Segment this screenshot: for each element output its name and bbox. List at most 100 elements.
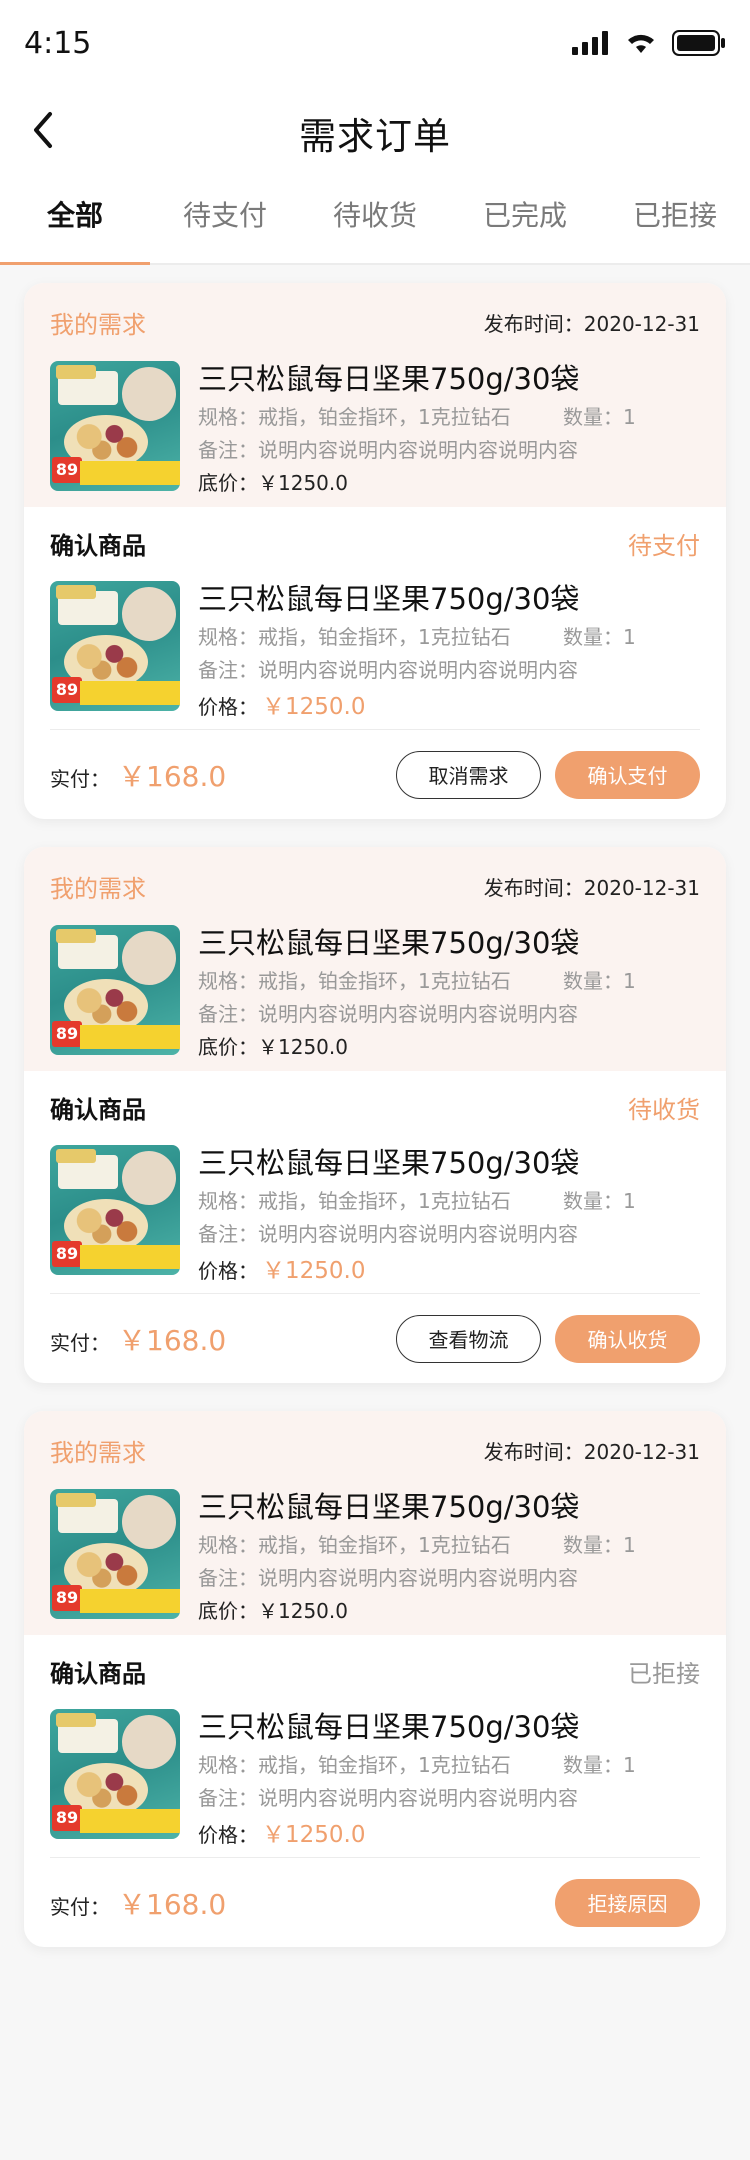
confirm-title: 确认商品 — [50, 1095, 146, 1124]
tab-all[interactable]: 全部 — [0, 170, 150, 265]
status-bar: 4:15 — [0, 0, 750, 90]
paid-label: 实付： — [50, 1894, 110, 1919]
product-name: 三只松鼠每日坚果750g/30袋 — [198, 1710, 580, 1744]
confirm-product[interactable]: 89 三只松鼠每日坚果750g/30袋 规格：戒指，铂金指环，1克拉钻石 数量：1… — [50, 1709, 700, 1848]
confirm-title: 确认商品 — [50, 531, 146, 560]
price-value: ￥1250.0 — [262, 694, 366, 720]
publish-time: 发布时间：2020-12-31 — [483, 875, 700, 900]
product-spec: 规格：戒指，铂金指环，1克拉钻石 — [198, 1189, 511, 1213]
price-value: ￥1250.0 — [262, 1822, 366, 1848]
tab-pending-payment[interactable]: 待支付 — [150, 170, 300, 263]
product-name: 三只松鼠每日坚果750g/30袋 — [198, 582, 580, 616]
base-price: 底价：￥1250.0 — [198, 1035, 348, 1059]
product-spec: 规格：戒指，铂金指环，1克拉钻石 — [198, 625, 511, 649]
product-image: 89 — [50, 581, 180, 711]
product-qty: 数量：1 — [563, 1189, 636, 1213]
page-title: 需求订单 — [299, 115, 451, 158]
product-name: 三只松鼠每日坚果750g/30袋 — [198, 926, 580, 960]
order-footer: 实付： ￥168.0 取消需求 确认支付 — [50, 729, 700, 819]
price-line: 价格： ￥1250.0 — [198, 687, 700, 721]
tab-label: 待支付 — [182, 199, 267, 232]
requirement-product[interactable]: 89 三只松鼠每日坚果750g/30袋 规格：戒指，铂金指环，1克拉钻石 数量：1… — [50, 1489, 700, 1623]
requirement-title: 我的需求 — [50, 310, 146, 339]
product-note: 备注：说明内容说明内容说明内容说明内容 — [198, 438, 578, 462]
order-footer: 实付： ￥168.0 拒接原因 — [50, 1857, 700, 1947]
product-qty: 数量：1 — [563, 1533, 636, 1557]
product-image: 89 — [50, 1709, 180, 1839]
confirm-section: 确认商品 待支付 89 三只松鼠每日坚果750g/30袋 规格：戒指，铂金指环，… — [24, 507, 726, 819]
signal-icon — [572, 31, 608, 55]
product-spec: 规格：戒指，铂金指环，1克拉钻石 — [198, 1533, 511, 1557]
nav-bar: 需求订单 — [0, 90, 750, 170]
requirement-section: 我的需求 发布时间：2020-12-31 89 三只松鼠每日坚果750g/30袋… — [24, 283, 726, 507]
product-image: 89 — [50, 361, 180, 491]
order-card: 我的需求 发布时间：2020-12-31 89 三只松鼠每日坚果750g/30袋… — [24, 283, 726, 819]
confirm-section: 确认商品 待收货 89 三只松鼠每日坚果750g/30袋 规格：戒指，铂金指环，… — [24, 1071, 726, 1383]
confirm-product[interactable]: 89 三只松鼠每日坚果750g/30袋 规格：戒指，铂金指环，1克拉钻石 数量：1… — [50, 1145, 700, 1284]
status-badge: 待收货 — [628, 1095, 700, 1124]
requirement-section: 我的需求 发布时间：2020-12-31 89 三只松鼠每日坚果750g/30袋… — [24, 847, 726, 1071]
status-badge: 已拒接 — [628, 1659, 700, 1688]
rejection-reason-button[interactable]: 拒接原因 — [555, 1878, 700, 1927]
product-note: 备注：说明内容说明内容说明内容说明内容 — [198, 1002, 578, 1026]
requirement-title: 我的需求 — [50, 874, 146, 903]
status-icons — [570, 30, 726, 56]
confirm-payment-button[interactable]: 确认支付 — [555, 750, 700, 799]
price-line: 价格： ￥1250.0 — [198, 1251, 700, 1285]
tab-label: 已完成 — [482, 199, 567, 232]
tab-label: 全部 — [46, 199, 103, 232]
product-note: 备注：说明内容说明内容说明内容说明内容 — [198, 1222, 578, 1246]
order-card: 我的需求 发布时间：2020-12-31 89 三只松鼠每日坚果750g/30袋… — [24, 1411, 726, 1947]
product-note: 备注：说明内容说明内容说明内容说明内容 — [198, 658, 578, 682]
paid-label: 实付： — [50, 766, 110, 791]
tab-rejected[interactable]: 已拒接 — [600, 170, 750, 263]
tab-label: 已拒接 — [632, 199, 717, 232]
price-label: 价格： — [198, 1823, 258, 1847]
requirement-title: 我的需求 — [50, 1438, 146, 1467]
confirm-product[interactable]: 89 三只松鼠每日坚果750g/30袋 规格：戒指，铂金指环，1克拉钻石 数量：1… — [50, 581, 700, 720]
price-label: 价格： — [198, 695, 258, 719]
product-qty: 数量：1 — [563, 625, 636, 649]
confirm-receipt-button[interactable]: 确认收货 — [555, 1314, 700, 1363]
confirm-section: 确认商品 已拒接 89 三只松鼠每日坚果750g/30袋 规格：戒指，铂金指环，… — [24, 1635, 726, 1947]
product-spec: 规格：戒指，铂金指环，1克拉钻石 — [198, 405, 511, 429]
paid-label: 实付： — [50, 1330, 110, 1355]
confirm-title: 确认商品 — [50, 1659, 146, 1688]
paid-amount: ￥168.0 — [118, 759, 227, 793]
status-badge: 待支付 — [628, 531, 700, 560]
product-qty: 数量：1 — [563, 1753, 636, 1777]
view-logistics-button[interactable]: 查看物流 — [396, 1314, 541, 1363]
order-list: 我的需求 发布时间：2020-12-31 89 三只松鼠每日坚果750g/30袋… — [0, 265, 750, 1947]
tab-bar: 全部 待支付 待收货 已完成 已拒接 — [0, 170, 750, 265]
order-card: 我的需求 发布时间：2020-12-31 89 三只松鼠每日坚果750g/30袋… — [24, 847, 726, 1383]
requirement-section: 我的需求 发布时间：2020-12-31 89 三只松鼠每日坚果750g/30袋… — [24, 1411, 726, 1635]
paid-amount: ￥168.0 — [118, 1887, 227, 1921]
tab-pending-receipt[interactable]: 待收货 — [300, 170, 450, 263]
product-name: 三只松鼠每日坚果750g/30袋 — [198, 362, 580, 396]
requirement-product[interactable]: 89 三只松鼠每日坚果750g/30袋 规格：戒指，铂金指环，1克拉钻石 数量：1… — [50, 925, 700, 1059]
product-qty: 数量：1 — [563, 405, 636, 429]
base-price: 底价：￥1250.0 — [198, 471, 348, 495]
product-spec: 规格：戒指，铂金指环，1克拉钻石 — [198, 1753, 511, 1777]
product-spec: 规格：戒指，铂金指环，1克拉钻石 — [198, 969, 511, 993]
paid-amount: ￥168.0 — [118, 1323, 227, 1357]
cancel-request-button[interactable]: 取消需求 — [396, 750, 541, 799]
product-name: 三只松鼠每日坚果750g/30袋 — [198, 1146, 580, 1180]
publish-time: 发布时间：2020-12-31 — [483, 311, 700, 336]
price-line: 价格： ￥1250.0 — [198, 1815, 700, 1849]
battery-icon — [672, 30, 725, 56]
requirement-product[interactable]: 89 三只松鼠每日坚果750g/30袋 规格：戒指，铂金指环，1克拉钻石 数量：1… — [50, 361, 700, 495]
publish-time: 发布时间：2020-12-31 — [483, 1439, 700, 1464]
price-label: 价格： — [198, 1259, 258, 1283]
product-note: 备注：说明内容说明内容说明内容说明内容 — [198, 1566, 578, 1590]
product-qty: 数量：1 — [563, 969, 636, 993]
wifi-icon — [628, 34, 654, 53]
tab-label: 待收货 — [332, 199, 417, 232]
product-image: 89 — [50, 1145, 180, 1275]
tab-completed[interactable]: 已完成 — [450, 170, 600, 263]
product-note: 备注：说明内容说明内容说明内容说明内容 — [198, 1786, 578, 1810]
status-time: 4:15 — [24, 26, 92, 61]
price-value: ￥1250.0 — [262, 1258, 366, 1284]
product-image: 89 — [50, 1489, 180, 1619]
base-price: 底价：￥1250.0 — [198, 1599, 348, 1623]
